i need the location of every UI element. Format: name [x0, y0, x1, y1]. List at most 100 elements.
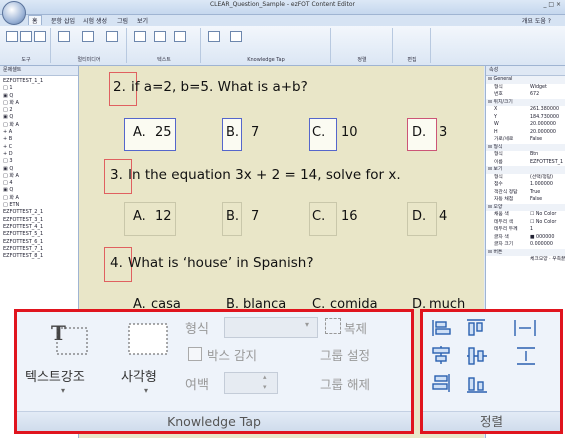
- property-row[interactable]: 테두리 두께 1: [486, 226, 565, 234]
- property-value[interactable]: [558, 144, 565, 152]
- align-icons[interactable]: [431, 318, 561, 398]
- property-category[interactable]: ⊟ 위치/크기: [486, 98, 565, 107]
- property-value[interactable]: Btn: [530, 151, 565, 159]
- pointer-icon[interactable]: [20, 31, 32, 42]
- property-category[interactable]: ⊟ 버튼: [486, 248, 565, 256]
- text-frame-icon[interactable]: [58, 31, 70, 42]
- text-frame2-icon[interactable]: [82, 31, 94, 42]
- box-detect-checkbox[interactable]: [188, 347, 202, 361]
- text-emphasis-label[interactable]: 텍스트강조: [25, 366, 85, 385]
- tree-item[interactable]: □ 화 A: [3, 100, 78, 107]
- property-row[interactable]: 이름 EZFOTTEST_1: [486, 159, 565, 167]
- tree-item[interactable]: EZFOTTEST_7_1: [3, 246, 78, 253]
- property-value[interactable]: EZFOTTEST_1: [530, 159, 565, 167]
- hand-icon[interactable]: [6, 31, 18, 42]
- format-dropdown[interactable]: [224, 317, 318, 338]
- tree-item[interactable]: EZFOTTEST_1_1: [3, 78, 78, 85]
- property-value[interactable]: 1.000000: [530, 181, 565, 189]
- rectangle-icon[interactable]: [230, 31, 242, 42]
- text-icon[interactable]: [34, 31, 46, 42]
- tree-item[interactable]: □ 2: [3, 107, 78, 114]
- property-value[interactable]: [558, 76, 565, 84]
- property-row[interactable]: 점수 1.000000: [486, 181, 565, 189]
- property-row[interactable]: W 20.000000: [486, 121, 565, 129]
- tab-home[interactable]: 홈: [28, 15, 42, 25]
- image-icon[interactable]: [154, 31, 166, 42]
- margin-stepper[interactable]: [224, 372, 278, 394]
- property-row[interactable]: H 20.000000: [486, 129, 565, 137]
- tree-item[interactable]: □ 4: [3, 180, 78, 187]
- tree-item[interactable]: EZFOTTEST_3_1: [3, 217, 78, 224]
- property-value[interactable]: (선택/정답): [530, 174, 565, 182]
- chevron-down-icon[interactable]: ▾: [61, 386, 65, 395]
- property-value[interactable]: 20.000000: [530, 121, 565, 129]
- property-value[interactable]: [558, 99, 565, 107]
- copy-button[interactable]: 복제: [344, 318, 367, 337]
- app-menu-button[interactable]: [2, 1, 26, 25]
- tree-item[interactable]: EZFOTTEST_2_1: [3, 209, 78, 216]
- property-category[interactable]: ⊟ General: [486, 76, 565, 84]
- stepper-arrows-icon[interactable]: ▴ ▾: [263, 372, 267, 392]
- tree-item[interactable]: □ ETN: [3, 202, 78, 209]
- property-row[interactable]: X 261.380000: [486, 106, 565, 114]
- text-frame3-icon[interactable]: [106, 31, 118, 42]
- tree-item[interactable]: EZFOTTEST_4_1: [3, 224, 78, 231]
- tab-insert-question[interactable]: 문항 삽입: [48, 16, 78, 25]
- property-value[interactable]: [558, 204, 565, 212]
- window-controls[interactable]: _ □ ×: [543, 1, 561, 8]
- tree-item[interactable]: ▣ Q: [3, 114, 78, 121]
- property-value[interactable]: Widget: [530, 84, 565, 92]
- group-unset-button[interactable]: 그룹 해제: [320, 374, 370, 393]
- tree-item[interactable]: ▣ Q: [3, 187, 78, 194]
- property-value[interactable]: 20.000000: [530, 129, 565, 137]
- property-row[interactable]: 형식 Widget: [486, 84, 565, 92]
- tree-item[interactable]: + A: [3, 129, 78, 136]
- tree-item[interactable]: EZFOTTEST_8_1: [3, 253, 78, 260]
- property-category[interactable]: ⊟ 보기: [486, 166, 565, 174]
- link-icon[interactable]: [134, 31, 146, 42]
- file-icon[interactable]: [174, 31, 186, 42]
- tree-item[interactable]: EZFOTTEST_6_1: [3, 239, 78, 246]
- tree-item[interactable]: □ 3: [3, 158, 78, 165]
- property-value[interactable]: 1: [530, 226, 565, 234]
- property-value[interactable]: [558, 166, 565, 174]
- tree-item[interactable]: EZFOTTEST_5_1: [3, 231, 78, 238]
- property-category[interactable]: ⊟ 형식: [486, 143, 565, 152]
- tab-view[interactable]: 보기: [134, 16, 151, 25]
- tree-item[interactable]: □ 1: [3, 85, 78, 92]
- property-row[interactable]: 자동 채점 False: [486, 196, 565, 204]
- copy-icon[interactable]: [325, 318, 341, 334]
- property-row[interactable]: 번호 672: [486, 91, 565, 99]
- property-row[interactable]: Y 184.730000: [486, 114, 565, 122]
- tree-item[interactable]: ▣ Q: [3, 166, 78, 173]
- property-value[interactable]: 261.380000: [530, 106, 565, 114]
- property-value[interactable]: 672: [530, 91, 565, 99]
- property-category[interactable]: ⊟ 모양: [486, 203, 565, 212]
- property-row[interactable]: 형식 (선택/정답): [486, 174, 565, 182]
- property-value[interactable]: False: [530, 136, 565, 144]
- property-value[interactable]: False: [530, 196, 565, 204]
- property-row[interactable]: 글자 크기 0.000000: [486, 241, 565, 249]
- property-value[interactable]: True: [530, 189, 565, 197]
- property-value[interactable]: ☐ No Color: [530, 219, 565, 227]
- property-row[interactable]: 형식 Btn: [486, 151, 565, 159]
- tree-item[interactable]: □ 화 A: [3, 195, 78, 202]
- tree-item[interactable]: ▣ Q: [3, 93, 78, 100]
- property-row[interactable]: 테두리 색 ☐ No Color: [486, 219, 565, 227]
- tree-item[interactable]: + B: [3, 136, 78, 143]
- tree-item[interactable]: + D: [3, 151, 78, 158]
- rectangle-label[interactable]: 사각형: [121, 366, 157, 385]
- help-link[interactable]: 개요 도움 ?: [522, 16, 551, 25]
- property-row[interactable]: 가로/세로 False: [486, 136, 565, 144]
- property-value[interactable]: 184.730000: [530, 114, 565, 122]
- tree-item[interactable]: + C: [3, 144, 78, 151]
- tree-item[interactable]: □ 화 A: [3, 173, 78, 180]
- property-value[interactable]: 0.000000: [530, 241, 565, 249]
- group-set-button[interactable]: 그룹 설정: [320, 345, 370, 364]
- chevron-down-icon[interactable]: ▾: [305, 320, 309, 329]
- chevron-down-icon[interactable]: ▾: [144, 386, 148, 395]
- property-row[interactable]: 체크모양 · 우측끝 체크: [486, 256, 565, 264]
- property-row[interactable]: 채움 색 ☐ No Color: [486, 211, 565, 219]
- tab-create-test[interactable]: 시험 생성: [80, 16, 110, 25]
- property-value[interactable]: ■ 000000: [530, 234, 565, 242]
